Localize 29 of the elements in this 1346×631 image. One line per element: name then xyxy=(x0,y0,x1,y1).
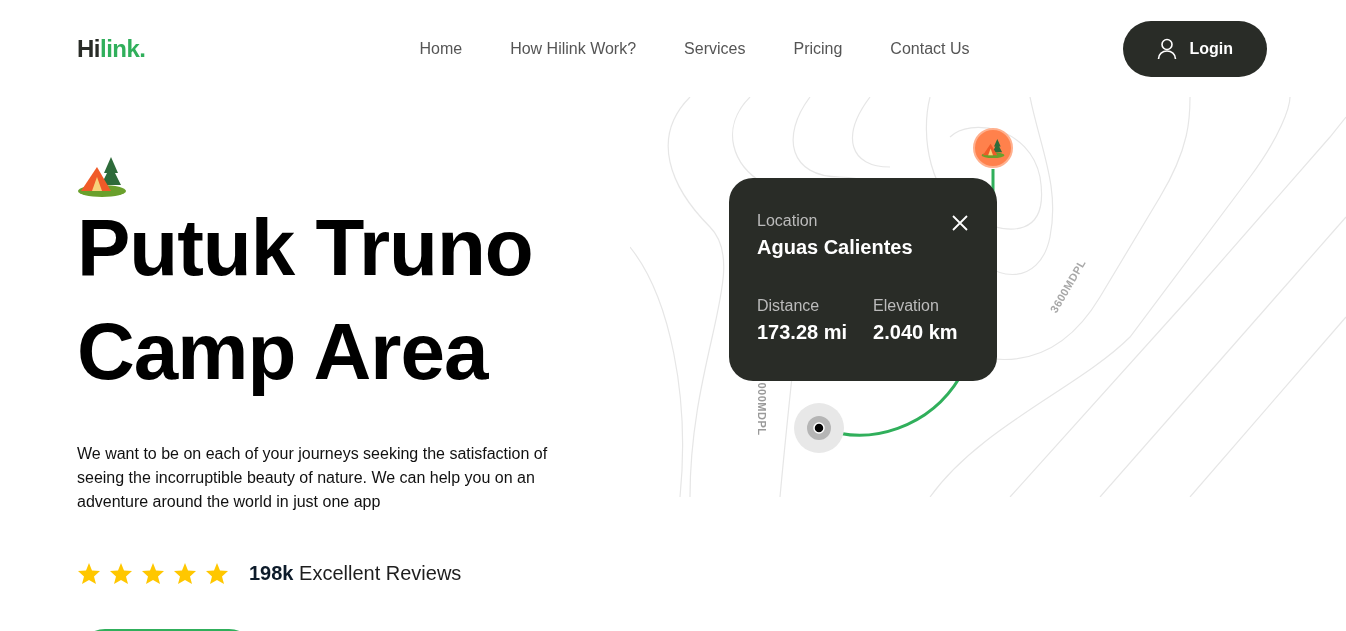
nav-link[interactable]: Pricing xyxy=(793,39,843,58)
nav-link[interactable]: How Hilink Work? xyxy=(510,39,637,58)
star-icon xyxy=(205,562,229,585)
location-name: Aguas Calientes xyxy=(757,236,913,259)
hero-description: We want to be on each of your journeys seeking the satisfaction of seeing the incorruptible beauty of nature. We can help you on an adventure around the world in just one app xyxy=(77,444,549,512)
location-label: Location xyxy=(757,212,819,230)
hero-title: Camp Area xyxy=(77,306,488,398)
location-pin[interactable] xyxy=(973,128,1013,168)
star-icon xyxy=(109,562,133,585)
hero-title: Putuk Truno xyxy=(77,202,533,294)
stat-label: Distance xyxy=(757,297,821,315)
stat-value: 2.040 km xyxy=(873,321,958,344)
elevation-label: 000MDPL xyxy=(755,382,768,436)
start-point-marker xyxy=(794,403,844,453)
nav-link[interactable]: Services xyxy=(684,39,746,58)
star-icon xyxy=(141,562,165,585)
reviews-text: 198k Excellent Reviews xyxy=(249,562,462,585)
stat-value: 173.28 mi xyxy=(757,321,848,344)
login-button[interactable]: Login xyxy=(1123,20,1267,77)
close-icon xyxy=(951,214,969,232)
nav-link[interactable]: Contact Us xyxy=(890,39,970,58)
user-icon xyxy=(1157,37,1178,60)
star-icon xyxy=(173,562,197,585)
stat-label: Elevation xyxy=(873,297,940,315)
close-button[interactable] xyxy=(951,214,969,232)
logo[interactable]: Hilink. xyxy=(77,34,146,63)
tent-icon xyxy=(981,137,1005,159)
nav-link[interactable]: Home xyxy=(419,39,463,58)
star-icon xyxy=(77,562,101,585)
